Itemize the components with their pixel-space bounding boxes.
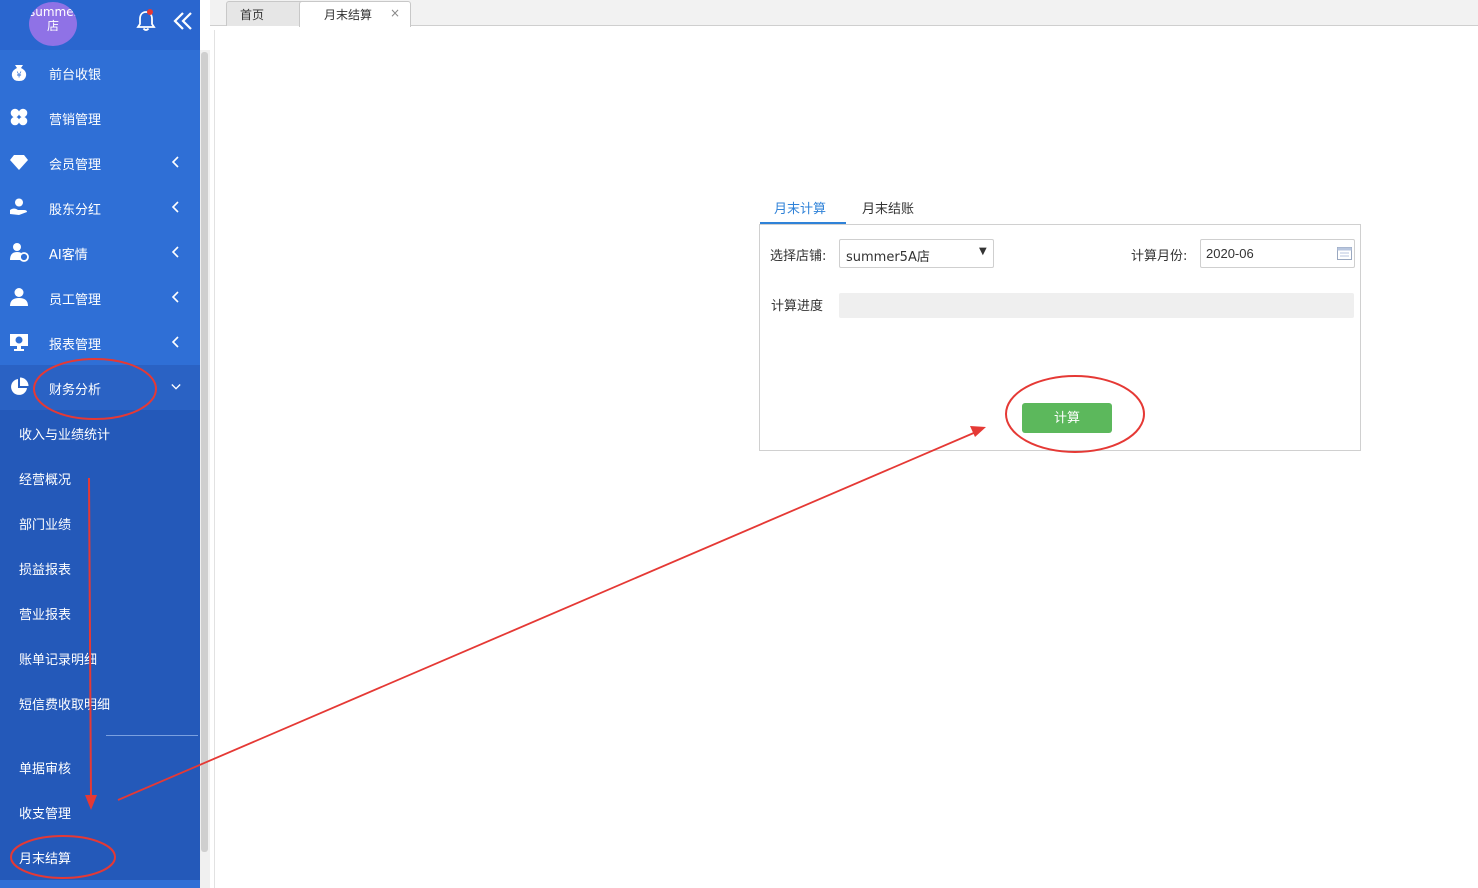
sub-item-label: 经营概况 — [19, 473, 72, 488]
menu-label: 员工管理 — [49, 293, 102, 308]
store-select-value: summer5A店 — [846, 250, 930, 265]
store-select[interactable]: summer5A店 — [839, 239, 994, 268]
tab-month-calc[interactable]: 月末计算 — [760, 192, 846, 224]
collapse-sidebar-icon[interactable] — [172, 10, 194, 32]
chevron-left-icon — [171, 201, 179, 213]
user-icon — [10, 288, 28, 306]
user-ai-icon — [10, 243, 29, 262]
menu-label: 报表管理 — [49, 338, 102, 353]
sub-item-sms-fees[interactable]: 短信费收取明细 — [0, 680, 200, 725]
sub-item-label: 收入与业绩统计 — [19, 428, 111, 443]
svg-text:¥: ¥ — [16, 71, 21, 80]
page-tab-bar: 首页 月末结算 × — [210, 0, 1478, 27]
menu-label: AI客情 — [49, 248, 88, 263]
yen-bag-icon: ¥ — [11, 65, 27, 81]
chevron-left-icon — [171, 336, 179, 348]
chevron-left-icon — [171, 156, 179, 168]
tab-month-end[interactable]: 月末结算 × — [299, 1, 411, 27]
calc-progress-bar — [839, 293, 1354, 318]
tab-label: 月末计算 — [774, 202, 827, 217]
menu-label: 营销管理 — [49, 113, 102, 128]
monitor-chart-icon — [10, 334, 28, 351]
hand-coin-icon — [10, 198, 27, 215]
sub-item-business-report[interactable]: 营业报表 — [0, 590, 200, 635]
tab-month-close[interactable]: 月末结账 — [862, 192, 942, 224]
diamond-icon — [10, 155, 28, 170]
close-icon[interactable]: × — [390, 6, 400, 20]
chevron-left-icon — [171, 291, 179, 303]
clover-icon — [10, 108, 28, 126]
sub-item-label: 月末结算 — [19, 852, 72, 867]
menu-item-staff[interactable]: 员工管理 — [0, 275, 200, 320]
submenu-divider — [106, 735, 198, 736]
panel-tabs: 月末计算 月末结账 — [760, 192, 1361, 225]
caret-down-icon: ▼ — [979, 246, 987, 257]
calculate-button[interactable]: 计算 — [1022, 403, 1112, 433]
month-label: 计算月份: — [1131, 249, 1188, 264]
notification-dot — [147, 9, 153, 15]
tab-label: 月末结账 — [862, 202, 915, 217]
menu-item-shareholders[interactable]: 股东分红 — [0, 185, 200, 230]
menu-item-marketing[interactable]: 营销管理 — [0, 95, 200, 140]
sub-item-month-end[interactable]: 月末结算 — [0, 834, 200, 879]
menu-label: 财务分析 — [49, 383, 102, 398]
calendar-icon[interactable] — [1337, 246, 1352, 260]
sub-item-label: 损益报表 — [19, 563, 72, 578]
sub-item-label: 短信费收取明细 — [19, 698, 111, 713]
tab-label: 首页 — [240, 8, 265, 22]
sub-item-income-expense[interactable]: 收支管理 — [0, 789, 200, 834]
content-frame — [214, 30, 1478, 888]
sub-item-label: 营业报表 — [19, 608, 72, 623]
sub-item-label: 账单记录明细 — [19, 653, 98, 668]
sub-item-overview[interactable]: 经营概况 — [0, 455, 200, 500]
chevron-down-icon — [171, 384, 181, 390]
sub-item-profit-loss[interactable]: 损益报表 — [0, 545, 200, 590]
menu-item-members[interactable]: 会员管理 — [0, 140, 200, 185]
chevron-left-icon — [171, 246, 179, 258]
menu-item-reports[interactable]: 报表管理 — [0, 320, 200, 365]
tab-label: 月末结算 — [324, 8, 373, 22]
menu-label: 股东分红 — [49, 203, 102, 218]
menu-item-cashier[interactable]: ¥ 前台收银 — [0, 50, 200, 95]
progress-label: 计算进度 — [771, 299, 824, 314]
store-label: 选择店铺: — [770, 249, 827, 264]
sub-item-department[interactable]: 部门业绩 — [0, 500, 200, 545]
menu-item-ai-customer[interactable]: AI客情 — [0, 230, 200, 275]
sub-item-income-stats[interactable]: 收入与业绩统计 — [0, 410, 200, 455]
sidebar: summer5A店 ¥ 前台收银 营销管理 — [0, 0, 200, 888]
menu-item-finance[interactable]: 财务分析 — [0, 365, 200, 410]
app-root: summer5A店 ¥ 前台收银 营销管理 — [0, 0, 1478, 888]
menu-label: 前台收银 — [49, 68, 102, 83]
sub-item-label: 单据审核 — [19, 762, 72, 777]
sidebar-header: summer5A店 — [0, 0, 200, 50]
bell-icon[interactable] — [136, 10, 156, 32]
sub-item-label: 部门业绩 — [19, 518, 72, 533]
sub-item-document-review[interactable]: 单据审核 — [0, 744, 200, 789]
month-input-value: 2020-06 — [1206, 246, 1254, 261]
store-avatar[interactable]: summer5A店 — [29, 2, 77, 46]
month-input[interactable]: 2020-06 — [1200, 239, 1355, 268]
menu-label: 会员管理 — [49, 158, 102, 173]
pie-chart-icon — [11, 377, 29, 395]
sub-item-bill-details[interactable]: 账单记录明细 — [0, 635, 200, 680]
sub-item-label: 收支管理 — [19, 807, 72, 822]
sidebar-scrollbar-thumb[interactable] — [201, 52, 208, 852]
